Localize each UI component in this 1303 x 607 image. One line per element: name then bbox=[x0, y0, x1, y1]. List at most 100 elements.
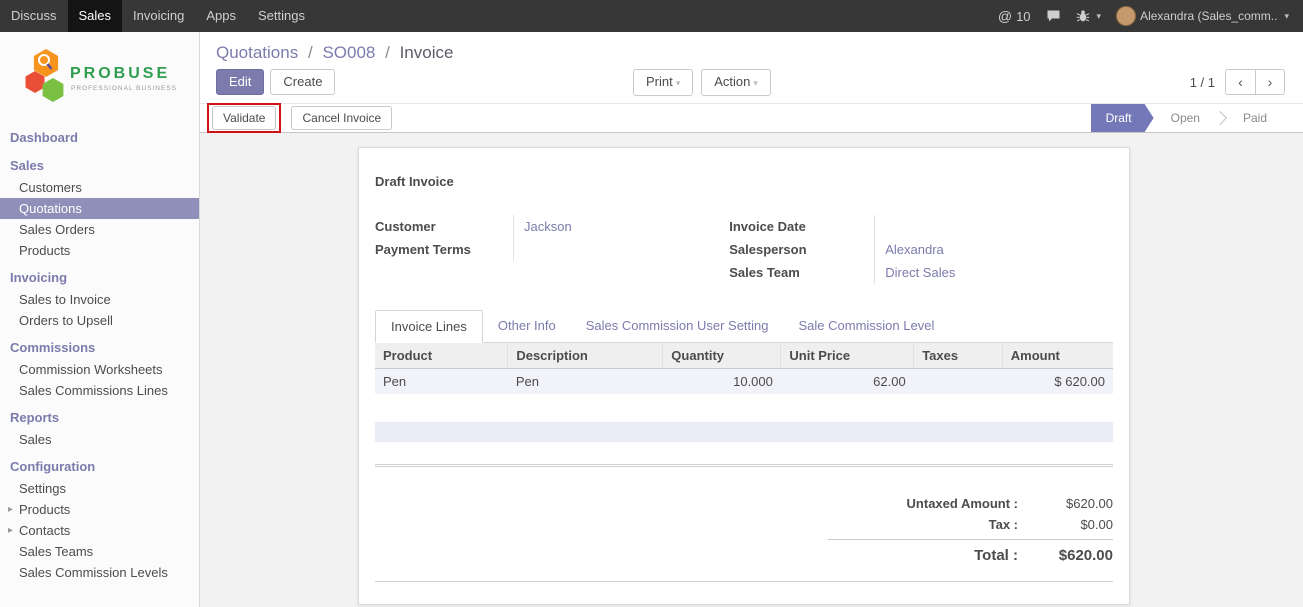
logo-title: PROBUSE bbox=[70, 65, 170, 82]
user-menu[interactable]: Alexandra (Sales_comm.. ▾ bbox=[1116, 6, 1289, 26]
sidebar-heading-sales[interactable]: Sales bbox=[0, 154, 199, 177]
cell-quantity: 10.000 bbox=[663, 369, 781, 395]
chat-bubble-icon bbox=[1046, 9, 1061, 23]
invoice-sheet: Draft Invoice Customer Jackson Payment T… bbox=[358, 147, 1130, 605]
col-product[interactable]: Product bbox=[375, 343, 508, 369]
breadcrumb-so008[interactable]: SO008 bbox=[322, 43, 375, 62]
menu-settings[interactable]: Settings bbox=[247, 0, 316, 32]
sidebar-item-config-products[interactable]: ▸ Products bbox=[0, 499, 199, 520]
sidebar-item-quotations[interactable]: Quotations bbox=[0, 198, 199, 219]
breadcrumb-quotations[interactable]: Quotations bbox=[216, 43, 298, 62]
state-open[interactable]: Open bbox=[1154, 104, 1217, 132]
debug-menu-button[interactable]: ▾ bbox=[1076, 9, 1102, 23]
sidebar-item-orders-to-upsell[interactable]: Orders to Upsell bbox=[0, 310, 199, 331]
sidebar-heading-reports[interactable]: Reports bbox=[0, 406, 199, 429]
expand-arrow-icon: ▸ bbox=[8, 523, 13, 538]
salesperson-value[interactable]: Alexandra bbox=[874, 238, 1113, 261]
state-paid[interactable]: Paid bbox=[1226, 104, 1284, 132]
sidebar-heading-invoicing[interactable]: Invoicing bbox=[0, 266, 199, 289]
logo-subtitle: PROFESSIONAL BUSINESS bbox=[71, 85, 177, 92]
control-panel: Quotations / SO008 / Invoice Edit Create… bbox=[200, 32, 1303, 103]
edit-button[interactable]: Edit bbox=[216, 69, 264, 95]
sidebar-item-sales-commission-levels[interactable]: Sales Commission Levels bbox=[0, 562, 199, 583]
sidebar-item-sales-to-invoice[interactable]: Sales to Invoice bbox=[0, 289, 199, 310]
tab-sale-commission-level[interactable]: Sale Commission Level bbox=[784, 310, 950, 342]
invoice-line-row[interactable]: Pen Pen 10.000 62.00 $ 620.00 bbox=[375, 369, 1113, 395]
validate-button[interactable]: Validate bbox=[212, 106, 276, 130]
section-separator bbox=[375, 464, 1113, 467]
cell-unit-price: 62.00 bbox=[781, 369, 914, 395]
col-description[interactable]: Description bbox=[508, 343, 663, 369]
state-draft[interactable]: Draft bbox=[1091, 104, 1154, 132]
sidebar-actions: Print▾ Action▾ bbox=[633, 69, 771, 96]
avatar bbox=[1116, 6, 1136, 26]
pager-next-button[interactable]: › bbox=[1255, 69, 1285, 95]
sidebar-item-config-contacts[interactable]: ▸ Contacts bbox=[0, 520, 199, 541]
pager-count: 1 / 1 bbox=[1190, 75, 1215, 90]
action-label: Action bbox=[714, 74, 750, 89]
field-groups: Customer Jackson Payment Terms Invoice D… bbox=[375, 215, 1113, 284]
statusbar: Validate Cancel Invoice Draft Open Paid bbox=[200, 103, 1303, 133]
sidebar-item-sales-teams[interactable]: Sales Teams bbox=[0, 541, 199, 562]
salesperson-label: Salesperson bbox=[729, 238, 874, 261]
payment-terms-label: Payment Terms bbox=[375, 238, 513, 261]
cancel-invoice-button[interactable]: Cancel Invoice bbox=[291, 106, 392, 130]
sidebar-item-commission-worksheets[interactable]: Commission Worksheets bbox=[0, 359, 199, 380]
print-dropdown-button[interactable]: Print▾ bbox=[633, 69, 693, 96]
invoice-date-value[interactable] bbox=[874, 215, 1113, 238]
sidebar-item-reports-sales[interactable]: Sales bbox=[0, 429, 199, 450]
sidebar-item-sales-commissions-lines[interactable]: Sales Commissions Lines bbox=[0, 380, 199, 401]
total-value: $620.00 bbox=[1018, 547, 1113, 564]
sidebar-item-products[interactable]: Products bbox=[0, 240, 199, 261]
tab-invoice-lines[interactable]: Invoice Lines bbox=[375, 310, 483, 343]
untaxed-amount-row: Untaxed Amount : $620.00 bbox=[828, 493, 1113, 514]
total-row: Total : $620.00 bbox=[828, 539, 1113, 567]
menu-invoicing[interactable]: Invoicing bbox=[122, 0, 195, 32]
breadcrumb-separator: / bbox=[308, 43, 313, 62]
col-taxes[interactable]: Taxes bbox=[914, 343, 1003, 369]
footer-separator bbox=[375, 581, 1113, 582]
sidebar-item-sales-orders[interactable]: Sales Orders bbox=[0, 219, 199, 240]
mentions-button[interactable]: @ 10 bbox=[998, 8, 1031, 24]
tax-label: Tax : bbox=[989, 517, 1018, 532]
pager: 1 / 1 ‹ › bbox=[1190, 69, 1285, 95]
breadcrumb-separator: / bbox=[385, 43, 390, 62]
statusbar-states: Draft Open Paid bbox=[1091, 104, 1284, 132]
messages-button[interactable] bbox=[1046, 9, 1061, 23]
col-amount[interactable]: Amount bbox=[1002, 343, 1113, 369]
sales-team-label: Sales Team bbox=[729, 261, 874, 284]
pager-previous-button[interactable]: ‹ bbox=[1225, 69, 1255, 95]
cell-taxes bbox=[914, 369, 1003, 395]
sidebar-heading-dashboard[interactable]: Dashboard bbox=[0, 126, 199, 149]
customer-value[interactable]: Jackson bbox=[513, 215, 729, 238]
mention-count: 10 bbox=[1016, 9, 1030, 24]
expand-arrow-icon: ▸ bbox=[8, 502, 13, 517]
sidebar-heading-configuration[interactable]: Configuration bbox=[0, 455, 199, 478]
invoice-lines-table: Product Description Quantity Unit Price … bbox=[375, 343, 1113, 394]
col-unit-price[interactable]: Unit Price bbox=[781, 343, 914, 369]
cell-product: Pen bbox=[375, 369, 508, 395]
empty-row-band bbox=[375, 422, 1113, 442]
tab-other-info[interactable]: Other Info bbox=[483, 310, 571, 342]
statusbar-buttons: Validate Cancel Invoice bbox=[207, 103, 392, 133]
chevron-right-icon bbox=[1217, 104, 1226, 132]
top-navbar: Discuss Sales Invoicing Apps Settings @ … bbox=[0, 0, 1303, 32]
sidebar-heading-commissions[interactable]: Commissions bbox=[0, 336, 199, 359]
menu-discuss[interactable]: Discuss bbox=[0, 0, 68, 32]
cell-amount: $ 620.00 bbox=[1002, 369, 1113, 395]
sidebar-item-settings[interactable]: Settings bbox=[0, 478, 199, 499]
sidebar-item-customers[interactable]: Customers bbox=[0, 177, 199, 198]
menu-sales[interactable]: Sales bbox=[68, 0, 123, 32]
create-button[interactable]: Create bbox=[270, 69, 335, 95]
mention-at-icon: @ bbox=[998, 8, 1012, 24]
notebook-tabs: Invoice Lines Other Info Sales Commissio… bbox=[375, 310, 1113, 343]
topbar-systray: @ 10 ▾ Alexandra (Sales_comm.. ▾ bbox=[998, 0, 1303, 32]
sales-team-value[interactable]: Direct Sales bbox=[874, 261, 1113, 284]
tax-value: $0.00 bbox=[1018, 517, 1113, 532]
invoice-date-label: Invoice Date bbox=[729, 215, 874, 238]
payment-terms-value[interactable] bbox=[513, 238, 729, 261]
menu-apps[interactable]: Apps bbox=[195, 0, 247, 32]
tab-sales-commission-user-setting[interactable]: Sales Commission User Setting bbox=[571, 310, 784, 342]
col-quantity[interactable]: Quantity bbox=[663, 343, 781, 369]
action-dropdown-button[interactable]: Action▾ bbox=[701, 69, 771, 96]
